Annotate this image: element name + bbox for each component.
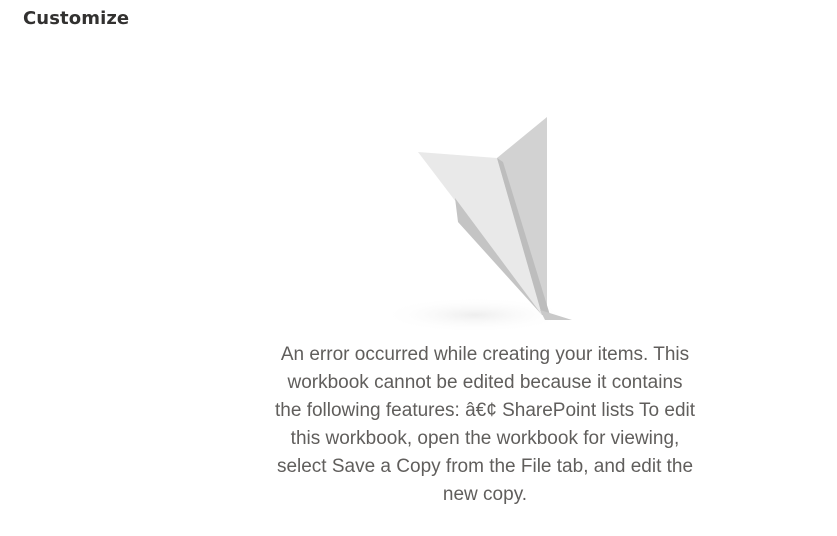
error-message: An error occurred while creating your it… xyxy=(275,344,696,505)
pane-title: Customize xyxy=(23,8,130,29)
empty-state-illustration xyxy=(380,110,590,333)
customize-pane: Customize An error occurred while creati… xyxy=(0,0,837,536)
paper-plane-icon xyxy=(380,117,572,333)
